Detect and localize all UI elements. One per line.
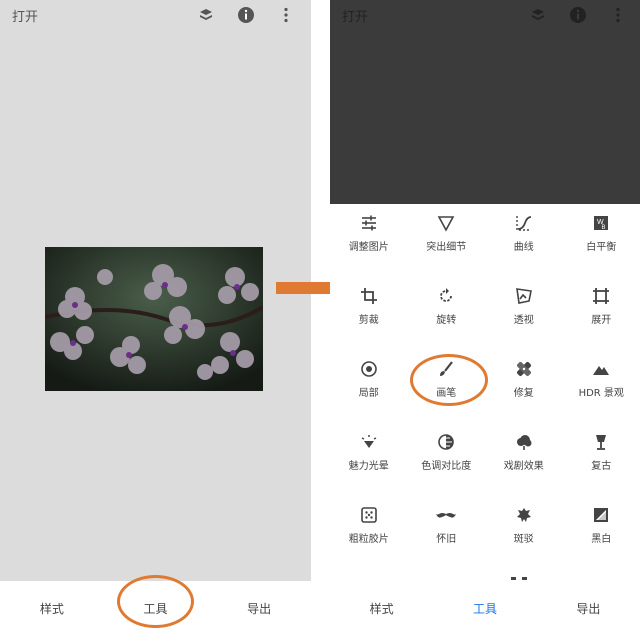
crop-icon bbox=[359, 286, 379, 306]
highlight-oval-brush bbox=[410, 354, 488, 406]
curves-icon bbox=[514, 213, 534, 233]
expand-icon bbox=[591, 286, 611, 306]
tool-curves[interactable]: 曲线 bbox=[485, 204, 563, 277]
tool-tune-image[interactable]: 调整图片 bbox=[330, 204, 408, 277]
info-icon[interactable] bbox=[568, 5, 588, 25]
tool-grainy-film[interactable]: 粗粒胶片 bbox=[330, 496, 408, 569]
bottom-nav: 样式 工具 导出 bbox=[330, 581, 640, 637]
tool-selective[interactable]: 局部 bbox=[330, 350, 408, 423]
top-bar: 打开 bbox=[0, 0, 311, 34]
more-vert-icon[interactable] bbox=[608, 5, 628, 25]
tool-grunge[interactable]: 斑驳 bbox=[485, 496, 563, 569]
tool-hdr-scape[interactable]: HDR 景观 bbox=[563, 350, 640, 423]
tab-export[interactable]: 导出 bbox=[537, 581, 640, 637]
svg-text:B: B bbox=[602, 225, 606, 231]
target-icon bbox=[359, 359, 379, 379]
layers-swap-icon[interactable] bbox=[528, 5, 548, 25]
grunge-icon bbox=[514, 505, 534, 525]
tonal-contrast-icon bbox=[436, 432, 456, 452]
mustache-icon bbox=[436, 505, 457, 525]
lamp-icon bbox=[591, 432, 611, 452]
highlight-oval-tools bbox=[117, 575, 194, 628]
tab-styles[interactable]: 样式 bbox=[330, 581, 433, 637]
tool-drama[interactable]: 戏剧效果 bbox=[485, 423, 563, 496]
right-screen: 打开 调整图片 突出细节 曲线 W B 白平衡 剪裁 旋转 透视 展开 局部 画… bbox=[330, 0, 640, 637]
tool-retrolux[interactable]: 怀旧 bbox=[408, 496, 486, 569]
tool-healing[interactable]: 修复 bbox=[485, 350, 563, 423]
tool-white-balance[interactable]: WB 白平衡 bbox=[563, 204, 640, 277]
top-bar-dimmed: 打开 bbox=[330, 0, 640, 204]
tool-black-white[interactable]: 黑白 bbox=[563, 496, 640, 569]
info-icon[interactable] bbox=[236, 5, 256, 25]
tab-tools[interactable]: 工具 bbox=[433, 581, 536, 637]
healing-icon bbox=[514, 359, 534, 379]
open-button[interactable]: 打开 bbox=[342, 6, 368, 25]
tab-export[interactable]: 导出 bbox=[207, 581, 311, 637]
tab-styles[interactable]: 样式 bbox=[0, 581, 104, 637]
tutorial-composite: 打开 样式 工具 导出 打开 调整图片 突出细节 曲线 W B 白平衡 剪裁 旋… bbox=[0, 0, 640, 637]
tool-vintage[interactable]: 复古 bbox=[563, 423, 640, 496]
tool-perspective[interactable]: 透视 bbox=[485, 277, 563, 350]
drama-cloud-icon bbox=[514, 432, 534, 452]
left-screen: 打开 样式 工具 导出 bbox=[0, 0, 311, 637]
photo-preview bbox=[45, 247, 263, 391]
mountain-icon bbox=[591, 359, 611, 379]
black-white-icon bbox=[591, 505, 611, 525]
tool-crop[interactable]: 剪裁 bbox=[330, 277, 408, 350]
tool-rotate[interactable]: 旋转 bbox=[408, 277, 486, 350]
open-button[interactable]: 打开 bbox=[12, 6, 38, 25]
more-vert-icon[interactable] bbox=[276, 5, 296, 25]
rotate-icon bbox=[436, 286, 456, 306]
triangle-icon bbox=[436, 213, 456, 233]
tool-tonal-contrast[interactable]: 色调对比度 bbox=[408, 423, 486, 496]
layers-swap-icon[interactable] bbox=[196, 5, 216, 25]
tool-details[interactable]: 突出细节 bbox=[408, 204, 486, 277]
glamour-glow-icon bbox=[359, 432, 379, 452]
white-balance-icon: WB bbox=[591, 213, 611, 233]
perspective-icon bbox=[514, 286, 534, 306]
grainy-film-icon bbox=[359, 505, 379, 525]
tool-glamour-glow[interactable]: 魅力光晕 bbox=[330, 423, 408, 496]
tune-icon bbox=[359, 213, 379, 233]
tool-expand[interactable]: 展开 bbox=[563, 277, 640, 350]
